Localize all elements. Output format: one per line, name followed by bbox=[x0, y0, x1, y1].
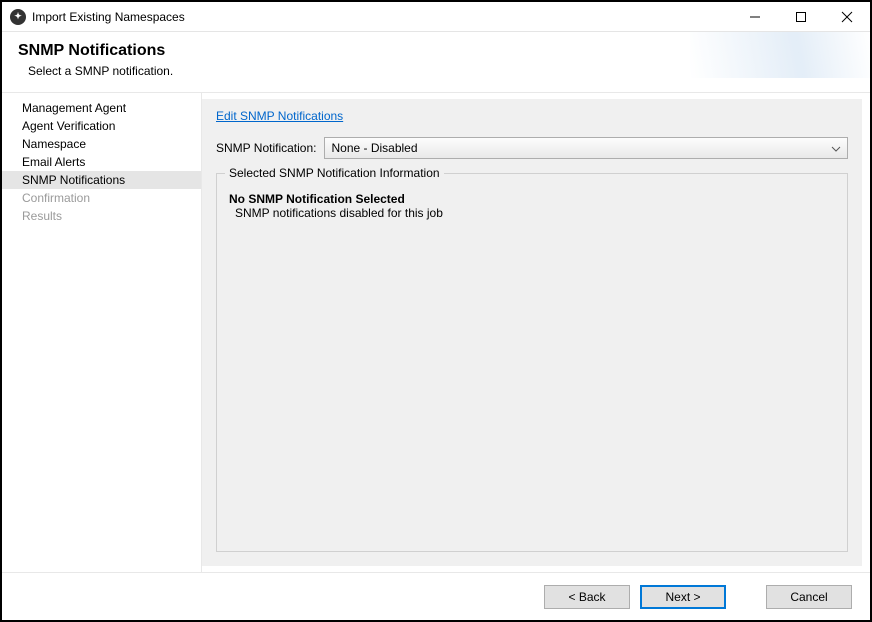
titlebar: ✦ Import Existing Namespaces bbox=[2, 2, 870, 32]
step-namespace[interactable]: Namespace bbox=[2, 135, 201, 153]
step-agent-verification[interactable]: Agent Verification bbox=[2, 117, 201, 135]
window-title: Import Existing Namespaces bbox=[32, 10, 732, 24]
dialog-window: ✦ Import Existing Namespaces SNMP Notifi… bbox=[0, 0, 872, 622]
minimize-button[interactable] bbox=[732, 2, 778, 32]
wizard-steps-sidebar: Management Agent Agent Verification Name… bbox=[2, 93, 202, 572]
step-results: Results bbox=[2, 207, 201, 225]
empty-state-subtitle: SNMP notifications disabled for this job bbox=[235, 206, 835, 220]
snmp-notification-row: SNMP Notification: None - Disabled bbox=[216, 137, 848, 159]
chevron-down-icon bbox=[831, 141, 841, 155]
edit-snmp-notifications-link[interactable]: Edit SNMP Notifications bbox=[216, 109, 848, 123]
wizard-content: Edit SNMP Notifications SNMP Notificatio… bbox=[202, 99, 862, 566]
snmp-notification-label: SNMP Notification: bbox=[216, 141, 316, 155]
wizard-footer: < Back Next > Cancel bbox=[2, 572, 870, 620]
step-snmp-notifications[interactable]: SNMP Notifications bbox=[2, 171, 201, 189]
cancel-button[interactable]: Cancel bbox=[766, 585, 852, 609]
group-legend: Selected SNMP Notification Information bbox=[225, 166, 444, 180]
page-title: SNMP Notifications bbox=[18, 42, 854, 60]
selected-notification-group: Selected SNMP Notification Information N… bbox=[216, 173, 848, 552]
wizard-body: Management Agent Agent Verification Name… bbox=[2, 93, 870, 572]
window-controls bbox=[732, 2, 870, 32]
wizard-header: SNMP Notifications Select a SMNP notific… bbox=[2, 32, 870, 93]
maximize-button[interactable] bbox=[778, 2, 824, 32]
dropdown-value: None - Disabled bbox=[331, 141, 417, 155]
next-button[interactable]: Next > bbox=[640, 585, 726, 609]
step-confirmation: Confirmation bbox=[2, 189, 201, 207]
empty-state-title: No SNMP Notification Selected bbox=[229, 192, 835, 206]
close-button[interactable] bbox=[824, 2, 870, 32]
snmp-notification-dropdown[interactable]: None - Disabled bbox=[324, 137, 848, 159]
page-subtitle: Select a SMNP notification. bbox=[28, 64, 854, 78]
step-email-alerts[interactable]: Email Alerts bbox=[2, 153, 201, 171]
app-icon: ✦ bbox=[10, 9, 26, 25]
back-button[interactable]: < Back bbox=[544, 585, 630, 609]
step-management-agent[interactable]: Management Agent bbox=[2, 99, 201, 117]
